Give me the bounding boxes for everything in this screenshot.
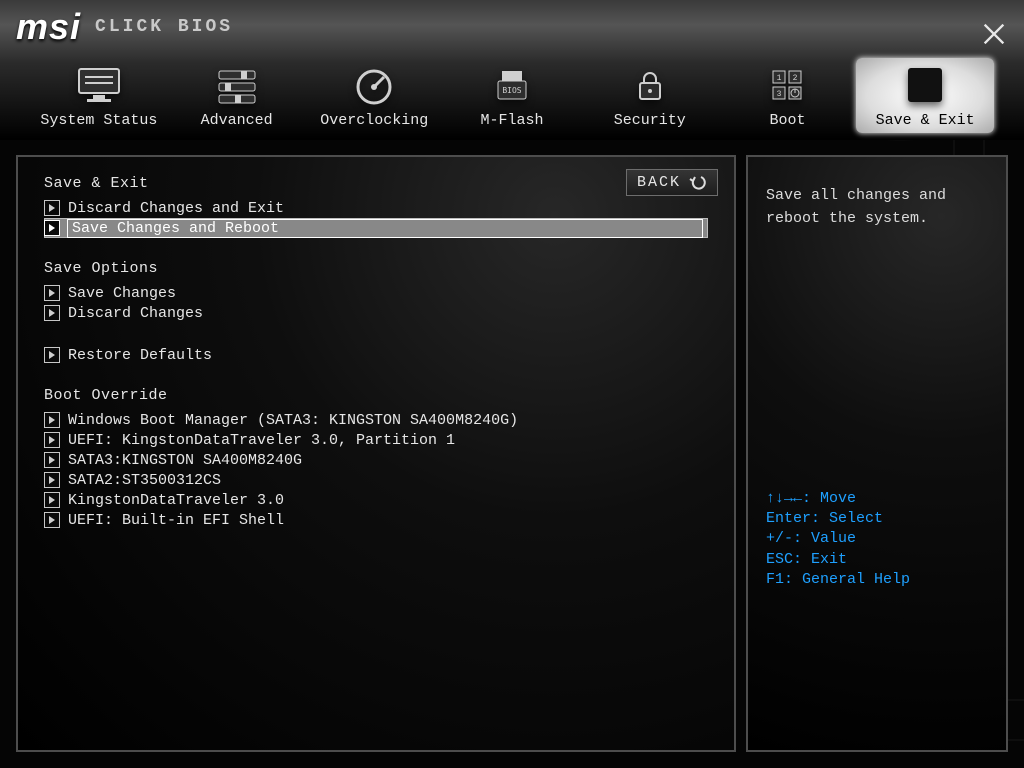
product-title: CLICK BIOS <box>95 17 233 37</box>
back-arrow-icon <box>689 175 707 191</box>
nav-boot[interactable]: 1 2 3 Boot <box>719 58 857 133</box>
menu-label: Save Changes <box>68 285 702 302</box>
nav-label: Advanced <box>201 112 273 129</box>
legend-move: ↑↓→←: Move <box>766 489 988 509</box>
legend-select: Enter: Select <box>766 509 988 529</box>
menu-label: Discard Changes <box>68 305 702 322</box>
menu-label: UEFI: KingstonDataTraveler 3.0, Partitio… <box>68 432 702 449</box>
boot-sata2-seagate[interactable]: SATA2:ST3500312CS <box>44 470 708 490</box>
section-title: Save Options <box>44 260 708 277</box>
nav-label: Boot <box>769 112 805 129</box>
menu-label: SATA3:KINGSTON SA400M8240G <box>68 452 702 469</box>
top-nav: System Status Advanced <box>30 58 994 133</box>
legend-exit: ESC: Exit <box>766 550 988 570</box>
section-boot-override: Boot Override Windows Boot Manager (SATA… <box>44 387 708 530</box>
back-label: BACK <box>637 174 681 191</box>
menu-discard-exit[interactable]: Discard Changes and Exit <box>44 198 708 218</box>
submenu-arrow-icon <box>44 512 60 528</box>
nav-label: Save & Exit <box>876 112 975 129</box>
nav-advanced[interactable]: Advanced <box>168 58 306 133</box>
svg-text:1: 1 <box>777 74 782 83</box>
submenu-arrow-icon <box>44 472 60 488</box>
svg-text:3: 3 <box>777 90 782 99</box>
submenu-arrow-icon <box>44 492 60 508</box>
submenu-arrow-icon <box>44 452 60 468</box>
menu-save-reboot[interactable]: Save Changes and Reboot <box>44 218 708 238</box>
close-button[interactable] <box>980 20 1008 48</box>
header-bar: msi CLICK BIOS System Status <box>0 0 1024 140</box>
boot-order-icon: 1 2 3 <box>760 64 814 106</box>
boot-kingston-usb[interactable]: KingstonDataTraveler 3.0 <box>44 490 708 510</box>
brand-lockup: msi CLICK BIOS <box>16 6 233 48</box>
nav-system-status[interactable]: System Status <box>30 58 168 133</box>
menu-label: Save Changes and Reboot <box>68 220 702 237</box>
svg-text:BIOS: BIOS <box>502 86 521 95</box>
back-button[interactable]: BACK <box>626 169 718 196</box>
boot-uefi-kingston-usb[interactable]: UEFI: KingstonDataTraveler 3.0, Partitio… <box>44 430 708 450</box>
legend-help: F1: General Help <box>766 570 988 590</box>
monitor-icon <box>72 64 126 106</box>
submenu-arrow-icon <box>44 200 60 216</box>
msi-logo: msi <box>16 6 81 48</box>
submenu-arrow-icon <box>44 305 60 321</box>
submenu-arrow-icon <box>44 412 60 428</box>
menu-save-changes[interactable]: Save Changes <box>44 283 708 303</box>
submenu-arrow-icon <box>44 285 60 301</box>
main-area: BACK Save & Exit Discard Changes and Exi… <box>16 155 1008 752</box>
gauge-icon <box>347 64 401 106</box>
legend-value: +/-: Value <box>766 529 988 549</box>
boot-windows-boot-manager[interactable]: Windows Boot Manager (SATA3: KINGSTON SA… <box>44 410 708 430</box>
submenu-arrow-icon <box>44 220 60 236</box>
boot-sata3-kingston[interactable]: SATA3:KINGSTON SA400M8240G <box>44 450 708 470</box>
section-restore: Restore Defaults <box>44 345 708 365</box>
section-title: Save & Exit <box>44 175 708 192</box>
menu-restore-defaults[interactable]: Restore Defaults <box>44 345 708 365</box>
nav-label: Overclocking <box>320 112 428 129</box>
menu-label: Discard Changes and Exit <box>68 200 702 217</box>
submenu-arrow-icon <box>44 432 60 448</box>
section-title: Boot Override <box>44 387 708 404</box>
nav-label: System Status <box>40 112 157 129</box>
menu-label: SATA2:ST3500312CS <box>68 472 702 489</box>
settings-panel: BACK Save & Exit Discard Changes and Exi… <box>16 155 736 752</box>
nav-save-exit[interactable]: Save & Exit <box>856 58 994 133</box>
boot-uefi-shell[interactable]: UEFI: Built-in EFI Shell <box>44 510 708 530</box>
nav-mflash[interactable]: BIOS M-Flash <box>443 58 581 133</box>
nav-label: M-Flash <box>481 112 544 129</box>
nav-label: Security <box>614 112 686 129</box>
menu-label: Restore Defaults <box>68 347 702 364</box>
key-legend: ↑↓→←: Move Enter: Select +/-: Value ESC:… <box>766 489 988 590</box>
help-description: Save all changes and reboot the system. <box>766 185 988 230</box>
menu-label: UEFI: Built-in EFI Shell <box>68 512 702 529</box>
sliders-icon <box>210 64 264 106</box>
svg-text:2: 2 <box>793 74 798 83</box>
lock-icon <box>623 64 677 106</box>
help-panel: Save all changes and reboot the system. … <box>746 155 1008 752</box>
section-save-options: Save Options Save Changes Discard Change… <box>44 260 708 323</box>
submenu-arrow-icon <box>44 347 60 363</box>
close-icon <box>980 20 1008 48</box>
nav-overclocking[interactable]: Overclocking <box>305 58 443 133</box>
section-save-exit: Save & Exit Discard Changes and Exit Sav… <box>44 175 708 238</box>
menu-discard-changes[interactable]: Discard Changes <box>44 303 708 323</box>
menu-label: KingstonDataTraveler 3.0 <box>68 492 702 509</box>
menu-label: Windows Boot Manager (SATA3: KINGSTON SA… <box>68 412 702 429</box>
usb-chip-icon: BIOS <box>485 64 539 106</box>
floppy-save-icon <box>898 64 952 106</box>
nav-security[interactable]: Security <box>581 58 719 133</box>
